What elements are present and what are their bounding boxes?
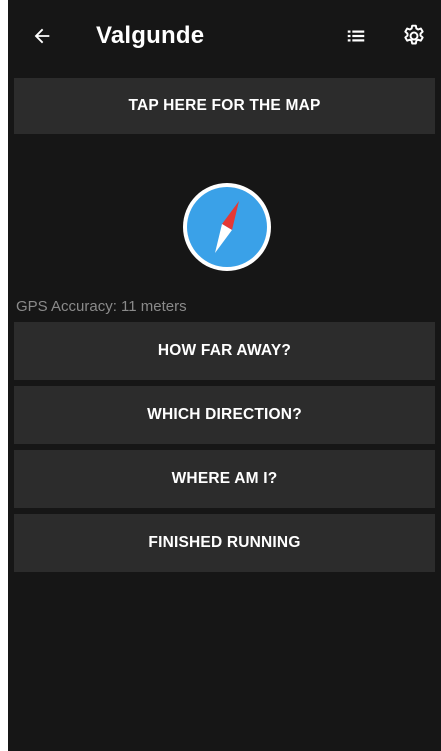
- list-button[interactable]: [336, 16, 376, 56]
- finished-running-button[interactable]: FINISHED RUNNING: [14, 514, 435, 572]
- gps-accuracy-text: GPS Accuracy: 11 meters: [16, 298, 187, 315]
- where-am-i-button[interactable]: WHERE AM I?: [14, 450, 435, 508]
- compass-icon: [182, 182, 272, 272]
- map-button[interactable]: TAP HERE FOR THE MAP: [14, 78, 435, 134]
- top-app-bar: Valgunde: [8, 0, 441, 74]
- gear-icon: [404, 24, 424, 45]
- how-far-button[interactable]: HOW FAR AWAY?: [14, 322, 435, 380]
- settings-button[interactable]: [394, 16, 434, 56]
- page-title: Valgunde: [96, 22, 205, 49]
- arrow-left-icon: [34, 28, 50, 44]
- app-screen: Valgunde TAP HERE FOR THE MAP GPS Accura…: [8, 0, 441, 751]
- back-button[interactable]: [22, 16, 62, 56]
- list-icon: [347, 30, 365, 42]
- which-direction-button[interactable]: WHICH DIRECTION?: [14, 386, 435, 444]
